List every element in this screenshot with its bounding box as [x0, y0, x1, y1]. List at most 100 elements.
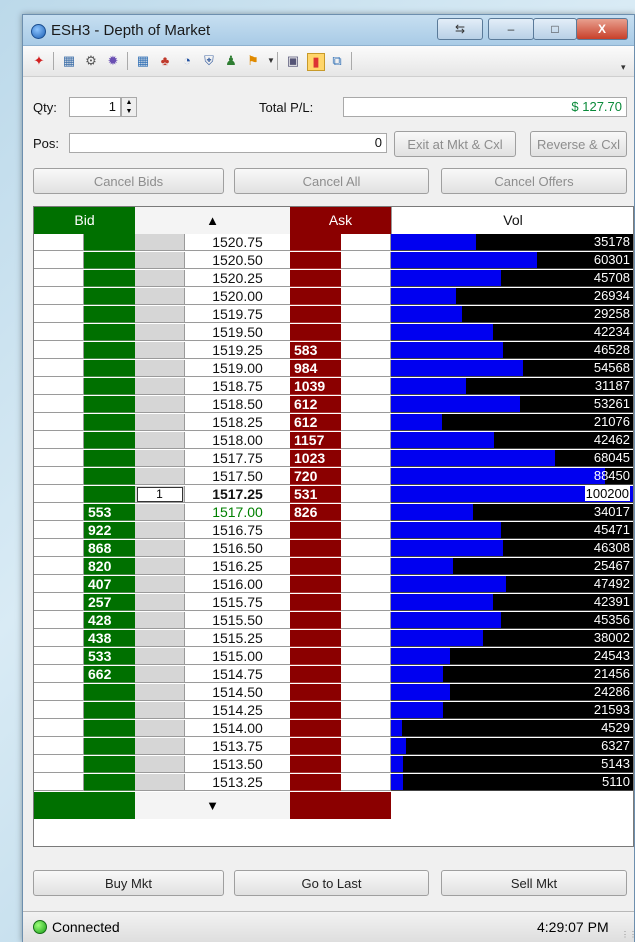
ask-size-cell[interactable]: [290, 720, 341, 737]
ask-size-cell[interactable]: 583: [290, 342, 341, 359]
bid-order-cell[interactable]: [34, 288, 84, 305]
bid-order-cell[interactable]: [34, 450, 84, 467]
bid-size-cell[interactable]: [84, 702, 135, 719]
ask-order-cell[interactable]: [341, 252, 391, 269]
flag-icon[interactable]: ⚑: [245, 53, 261, 69]
bid-order-cell[interactable]: [34, 414, 84, 431]
ask-order-cell[interactable]: [341, 270, 391, 287]
ask-size-cell[interactable]: [290, 738, 341, 755]
price-cell[interactable]: 1517.50: [185, 468, 290, 485]
ask-order-cell[interactable]: [341, 720, 391, 737]
shield-icon[interactable]: ⛨: [201, 53, 217, 69]
ask-order-cell[interactable]: [341, 234, 391, 251]
price-cell[interactable]: 1515.75: [185, 594, 290, 611]
ask-size-cell[interactable]: [290, 666, 341, 683]
maximize-button[interactable]: □: [533, 18, 577, 40]
bid-size-cell[interactable]: 820: [84, 558, 135, 575]
ask-order-cell[interactable]: [341, 432, 391, 449]
bid-size-cell[interactable]: [84, 756, 135, 773]
price-cell[interactable]: 1518.75: [185, 378, 290, 395]
price-cell[interactable]: 1516.00: [185, 576, 290, 593]
bid-size-cell[interactable]: 868: [84, 540, 135, 557]
bid-size-cell[interactable]: 428: [84, 612, 135, 629]
ask-size-cell[interactable]: [290, 558, 341, 575]
ask-order-cell[interactable]: [341, 540, 391, 557]
ask-size-cell[interactable]: [290, 306, 341, 323]
price-cell[interactable]: 1519.75: [185, 306, 290, 323]
bid-size-cell[interactable]: [84, 360, 135, 377]
bid-order-cell[interactable]: [34, 738, 84, 755]
bid-order-cell[interactable]: [34, 270, 84, 287]
ask-size-cell[interactable]: 1157: [290, 432, 341, 449]
bid-size-cell[interactable]: [84, 414, 135, 431]
bid-size-cell[interactable]: [84, 774, 135, 791]
bid-size-cell[interactable]: [84, 270, 135, 287]
cancel-all-button[interactable]: Cancel All: [234, 168, 429, 194]
ask-size-cell[interactable]: [290, 522, 341, 539]
bid-size-cell[interactable]: [84, 342, 135, 359]
ask-order-cell[interactable]: [341, 594, 391, 611]
ask-header[interactable]: Ask: [290, 207, 391, 234]
ask-size-cell[interactable]: [290, 234, 341, 251]
bid-size-cell[interactable]: [84, 432, 135, 449]
ask-size-cell[interactable]: 1039: [290, 378, 341, 395]
bid-order-cell[interactable]: [34, 576, 84, 593]
ask-size-cell[interactable]: [290, 702, 341, 719]
bid-size-cell[interactable]: 922: [84, 522, 135, 539]
cancel-bids-button[interactable]: Cancel Bids: [33, 168, 224, 194]
price-cell[interactable]: 1514.50: [185, 684, 290, 701]
price-cell[interactable]: 1514.25: [185, 702, 290, 719]
ask-size-cell[interactable]: [290, 270, 341, 287]
color-icon[interactable]: ♣: [157, 53, 173, 69]
ask-size-cell[interactable]: [290, 288, 341, 305]
bid-order-cell[interactable]: [34, 558, 84, 575]
ask-order-cell[interactable]: [341, 468, 391, 485]
price-cell[interactable]: 1516.25: [185, 558, 290, 575]
bid-order-cell[interactable]: [34, 648, 84, 665]
ask-order-cell[interactable]: [341, 342, 391, 359]
price-cell[interactable]: 1516.75: [185, 522, 290, 539]
bid-order-cell[interactable]: [34, 612, 84, 629]
palette-icon[interactable]: ▮: [307, 53, 325, 71]
ask-order-cell[interactable]: [341, 504, 391, 521]
ask-order-cell[interactable]: [341, 360, 391, 377]
price-cell[interactable]: 1513.25: [185, 774, 290, 791]
bid-order-cell[interactable]: [34, 756, 84, 773]
ask-order-cell[interactable]: [341, 774, 391, 791]
price-cell[interactable]: 1520.75: [185, 234, 290, 251]
ask-order-cell[interactable]: [341, 756, 391, 773]
bid-order-cell[interactable]: [34, 522, 84, 539]
price-cell[interactable]: 1519.25: [185, 342, 290, 359]
ask-size-cell[interactable]: 1023: [290, 450, 341, 467]
bid-order-cell[interactable]: [34, 234, 84, 251]
export-icon[interactable]: ⧉: [329, 53, 345, 69]
price-cell[interactable]: 1515.00: [185, 648, 290, 665]
volume-header[interactable]: Vol: [391, 207, 633, 234]
bid-order-cell[interactable]: [34, 396, 84, 413]
bid-order-cell[interactable]: [34, 468, 84, 485]
bid-size-cell[interactable]: [84, 396, 135, 413]
bid-order-cell[interactable]: [34, 666, 84, 683]
title-bar[interactable]: ESH3 - Depth of Market ⇆ – □ X: [23, 15, 634, 46]
ask-order-cell[interactable]: [341, 378, 391, 395]
price-cell[interactable]: 1513.50: [185, 756, 290, 773]
ask-order-cell[interactable]: [341, 684, 391, 701]
ask-size-cell[interactable]: 531: [290, 486, 341, 503]
qty-stepper[interactable]: ▲ ▼: [121, 97, 137, 117]
ask-order-cell[interactable]: [341, 324, 391, 341]
ask-size-cell[interactable]: [290, 774, 341, 791]
ask-order-cell[interactable]: [341, 576, 391, 593]
bid-order-cell[interactable]: [34, 486, 84, 503]
ask-order-cell[interactable]: [341, 666, 391, 683]
stepper-up-icon[interactable]: ▲: [126, 99, 133, 106]
price-cell[interactable]: 1514.00: [185, 720, 290, 737]
bid-size-cell[interactable]: [84, 486, 135, 503]
ask-order-cell[interactable]: [341, 486, 391, 503]
ask-size-cell[interactable]: 720: [290, 468, 341, 485]
ask-order-cell[interactable]: [341, 522, 391, 539]
sync-button[interactable]: ⇆: [437, 18, 483, 40]
ask-size-cell[interactable]: [290, 684, 341, 701]
price-cell[interactable]: 1515.50: [185, 612, 290, 629]
bid-size-cell[interactable]: 662: [84, 666, 135, 683]
resize-grip-icon[interactable]: ⋮⋮: [621, 930, 635, 939]
